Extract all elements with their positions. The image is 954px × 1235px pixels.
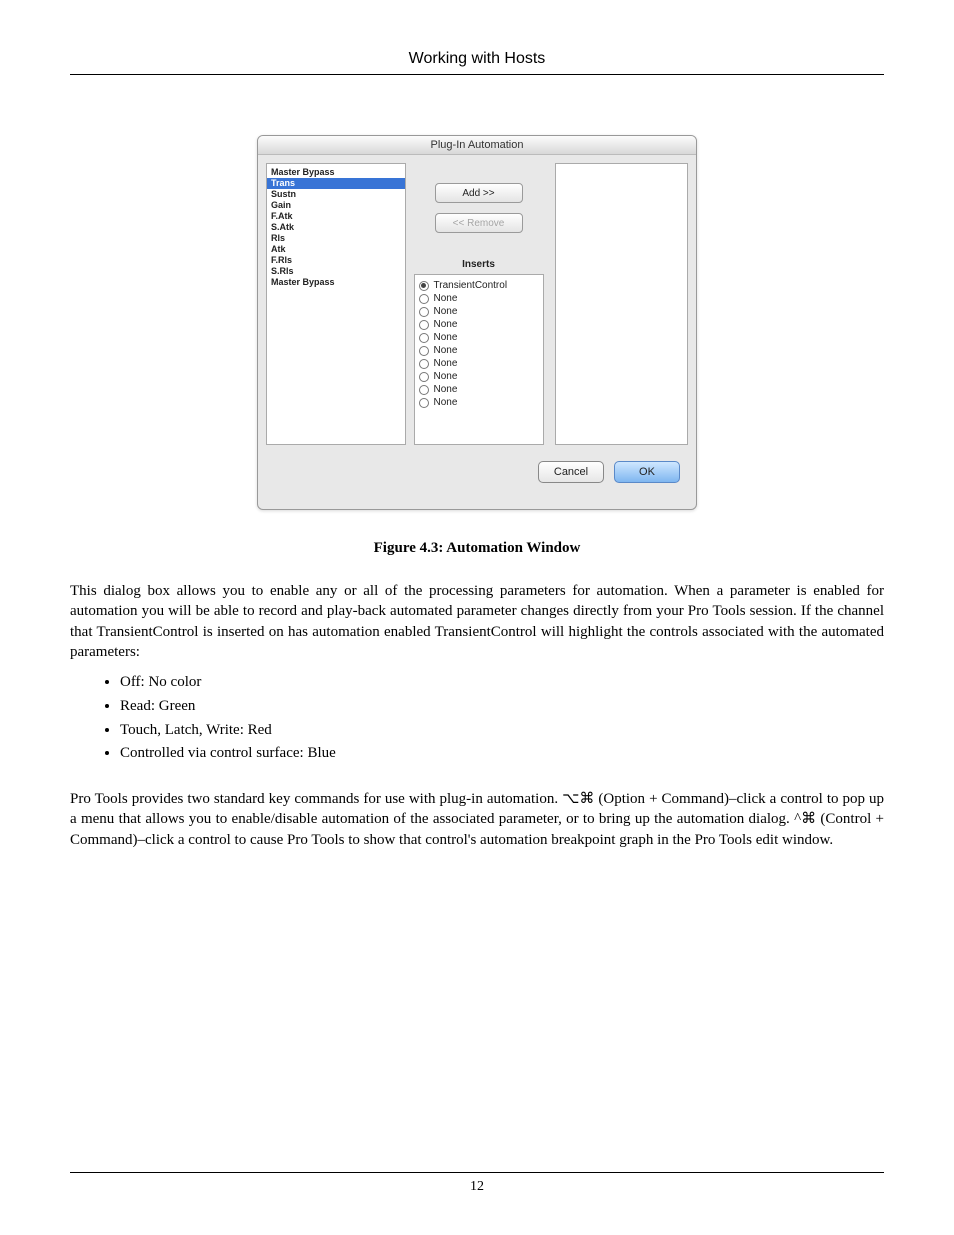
key-combo-1: ⌥⌘ xyxy=(562,791,594,807)
insert-item[interactable]: None xyxy=(419,357,539,370)
insert-label: None xyxy=(434,292,458,305)
insert-item[interactable]: None xyxy=(419,396,539,409)
color-legend-list: Off: No color Read: Green Touch, Latch, … xyxy=(120,672,884,765)
insert-item[interactable]: TransientControl xyxy=(419,279,539,292)
radio-icon[interactable] xyxy=(419,281,429,291)
radio-icon[interactable] xyxy=(419,398,429,408)
param-item[interactable]: Master Bypass xyxy=(267,277,405,288)
insert-item[interactable]: None xyxy=(419,370,539,383)
param-item[interactable]: Atk xyxy=(267,244,405,255)
insert-item[interactable]: None xyxy=(419,331,539,344)
figure-caption: Figure 4.3: Automation Window xyxy=(70,540,884,557)
list-item: Off: No color xyxy=(120,672,884,694)
insert-label: None xyxy=(434,383,458,396)
param-item[interactable]: Sustn xyxy=(267,189,405,200)
radio-icon[interactable] xyxy=(419,346,429,356)
param-item[interactable]: S.Atk xyxy=(267,222,405,233)
add-button[interactable]: Add >> xyxy=(435,183,523,203)
radio-icon[interactable] xyxy=(419,333,429,343)
insert-label: None xyxy=(434,318,458,331)
page-number: 12 xyxy=(470,1179,484,1194)
param-item[interactable]: S.Rls xyxy=(267,266,405,277)
parameter-list[interactable]: Master Bypass Trans Sustn Gain F.Atk S.A… xyxy=(266,163,406,445)
paragraph-1: This dialog box allows you to enable any… xyxy=(70,581,884,662)
param-item[interactable]: Master Bypass xyxy=(267,167,405,178)
list-item: Read: Green xyxy=(120,696,884,718)
radio-icon[interactable] xyxy=(419,372,429,382)
insert-item[interactable]: None xyxy=(419,383,539,396)
radio-icon[interactable] xyxy=(419,294,429,304)
insert-item[interactable]: None xyxy=(419,344,539,357)
param-item[interactable]: F.Atk xyxy=(267,211,405,222)
inserts-label: Inserts xyxy=(462,259,495,270)
remove-button[interactable]: << Remove xyxy=(435,213,523,233)
param-item[interactable]: Trans xyxy=(267,178,405,189)
automation-target-list[interactable] xyxy=(555,163,688,445)
para2-seg-a: Pro Tools provides two standard key comm… xyxy=(70,791,562,807)
radio-icon[interactable] xyxy=(419,320,429,330)
list-item: Controlled via control surface: Blue xyxy=(120,743,884,765)
ok-button[interactable]: OK xyxy=(614,461,680,483)
radio-icon[interactable] xyxy=(419,385,429,395)
inserts-list[interactable]: TransientControl None None None None Non… xyxy=(414,274,544,445)
insert-label: None xyxy=(434,370,458,383)
insert-label: None xyxy=(434,331,458,344)
page-footer: 12 xyxy=(70,1172,884,1195)
insert-label: TransientControl xyxy=(434,279,508,292)
insert-label: None xyxy=(434,344,458,357)
dialog-footer: Cancel OK xyxy=(258,445,696,509)
key-combo-2: ^⌘ xyxy=(794,811,816,827)
plugin-automation-dialog: Plug-In Automation Master Bypass Trans S… xyxy=(257,135,697,510)
param-item[interactable]: Gain xyxy=(267,200,405,211)
center-controls: Add >> << Remove Inserts TransientContro… xyxy=(406,163,551,445)
insert-label: None xyxy=(434,305,458,318)
param-item[interactable]: Rls xyxy=(267,233,405,244)
insert-label: None xyxy=(434,357,458,370)
figure-automation-window: Plug-In Automation Master Bypass Trans S… xyxy=(257,135,697,510)
insert-label: None xyxy=(434,396,458,409)
list-item: Touch, Latch, Write: Red xyxy=(120,720,884,742)
insert-item[interactable]: None xyxy=(419,305,539,318)
dialog-title: Plug-In Automation xyxy=(258,136,696,155)
insert-item[interactable]: None xyxy=(419,318,539,331)
paragraph-2: Pro Tools provides two standard key comm… xyxy=(70,789,884,850)
radio-icon[interactable] xyxy=(419,359,429,369)
insert-item[interactable]: None xyxy=(419,292,539,305)
radio-icon[interactable] xyxy=(419,307,429,317)
page-header: Working with Hosts xyxy=(70,50,884,75)
cancel-button[interactable]: Cancel xyxy=(538,461,604,483)
param-item[interactable]: F.Rls xyxy=(267,255,405,266)
